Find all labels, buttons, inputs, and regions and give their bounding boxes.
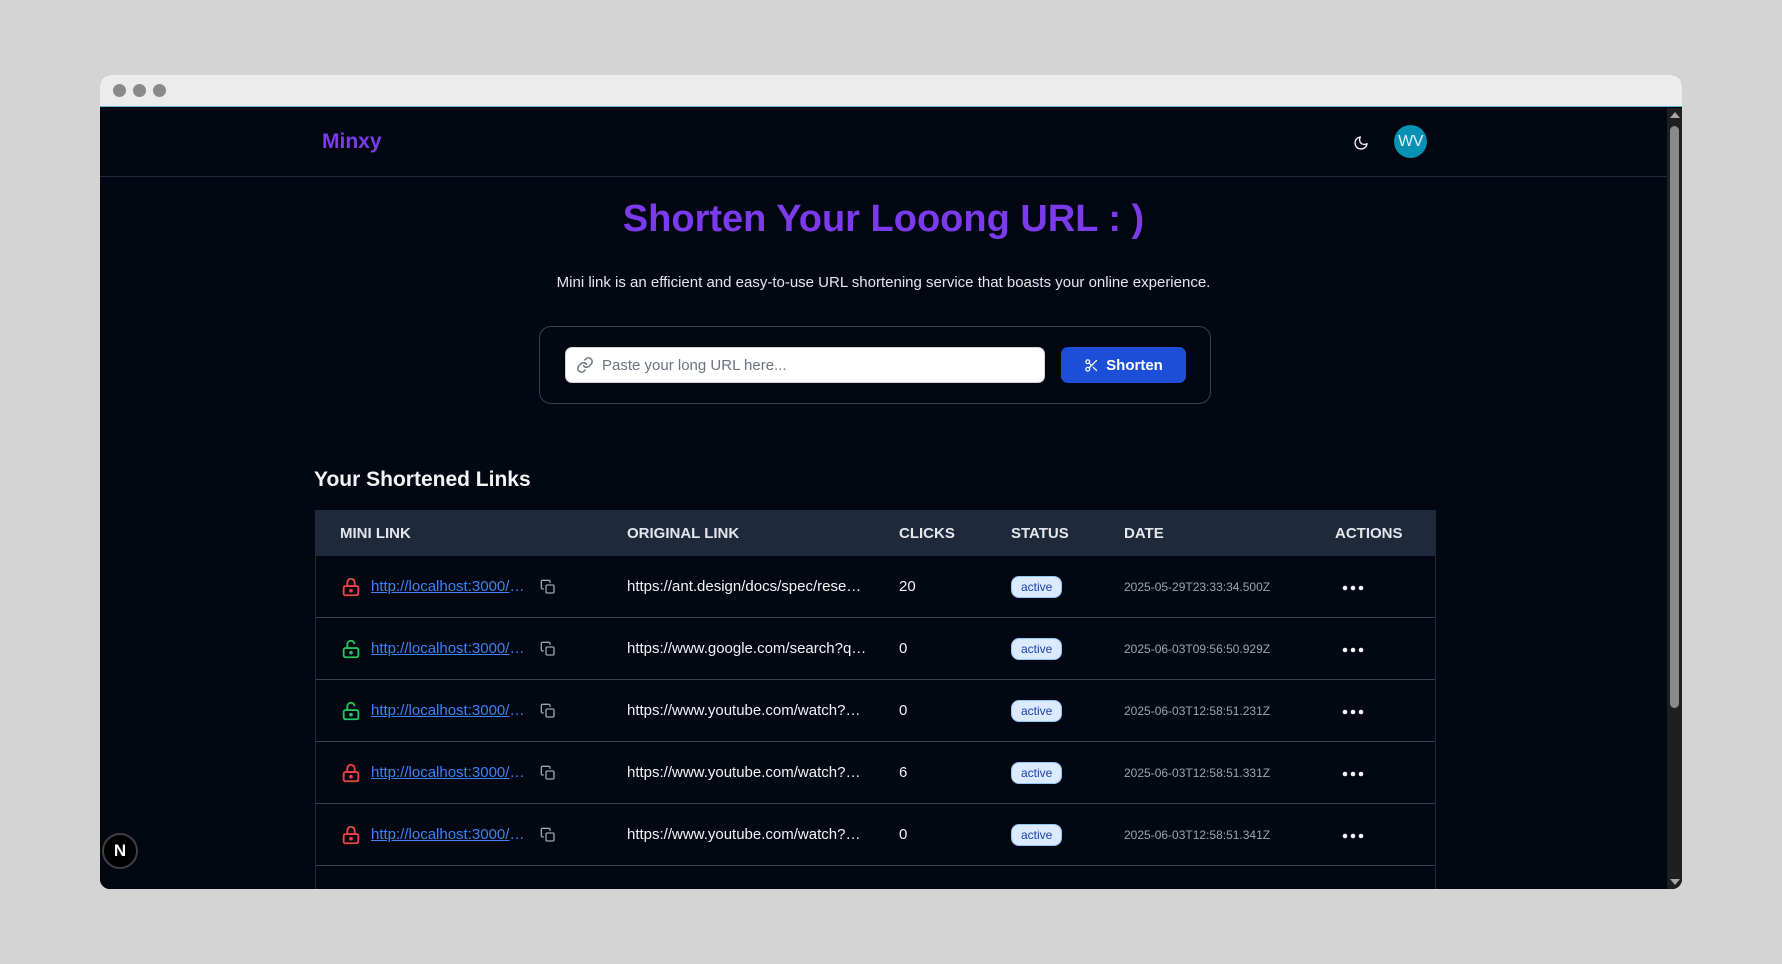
- original-link: https://www.youtube.com/watch?…: [627, 764, 861, 781]
- page-viewport: Minxy WV Shorten Your Looong URL : ) Min…: [100, 108, 1682, 889]
- more-options-icon[interactable]: [1342, 585, 1364, 591]
- brand-logo[interactable]: Minxy: [322, 130, 382, 154]
- table-row: http://localhost:3000/W… https://www.you…: [316, 680, 1435, 742]
- more-options-icon[interactable]: [1342, 771, 1364, 777]
- table-row: http://localhost:3000/37… https://www.go…: [316, 618, 1435, 680]
- mini-link[interactable]: http://localhost:3000/th…: [371, 826, 526, 843]
- status-cell: active: [1011, 823, 1063, 846]
- column-header-date: DATE: [1124, 525, 1164, 542]
- lock-closed-icon[interactable]: [340, 762, 362, 784]
- copy-icon[interactable]: [540, 765, 556, 781]
- mini-link-cell: http://localhost:3000/6…: [340, 576, 556, 598]
- shorten-button[interactable]: Shorten: [1061, 347, 1186, 383]
- created-date: 2025-06-03T09:56:50.929Z: [1124, 641, 1271, 656]
- moon-icon: [1354, 136, 1368, 150]
- links-section-title: Your Shortened Links: [314, 468, 531, 491]
- original-link: https://www.youtube.com/watch?…: [627, 702, 861, 719]
- original-link: https://ant.design/docs/spec/rese…: [627, 578, 862, 595]
- created-date: 2025-06-03T12:58:51.331Z: [1124, 765, 1271, 780]
- more-options-icon[interactable]: [1342, 709, 1364, 715]
- mini-link[interactable]: http://localhost:3000/la…: [371, 764, 526, 781]
- actions-cell: [1342, 640, 1364, 658]
- copy-icon[interactable]: [540, 827, 556, 843]
- mini-link-cell: http://localhost:3000/la…: [340, 762, 556, 784]
- status-badge: active: [1011, 637, 1063, 660]
- status-cell: active: [1011, 575, 1063, 598]
- shorten-button-label: Shorten: [1106, 356, 1163, 374]
- scroll-up-arrow-icon[interactable]: [1670, 112, 1680, 118]
- page-title: Shorten Your Looong URL : ): [622, 198, 1145, 240]
- table-row-partial: [316, 866, 1435, 889]
- table-row: http://localhost:3000/6… https://ant.des…: [316, 556, 1435, 618]
- window-close-dot[interactable]: [113, 84, 126, 97]
- mini-link-cell: http://localhost:3000/th…: [340, 824, 556, 846]
- clicks-count: 20: [899, 578, 916, 595]
- table-row: http://localhost:3000/th… https://www.yo…: [316, 804, 1435, 866]
- mini-link-cell: http://localhost:3000/37…: [340, 638, 556, 660]
- page-subtitle: Mini link is an efficient and easy-to-us…: [556, 274, 1211, 291]
- dev-tools-badge[interactable]: N: [102, 833, 138, 869]
- created-date: 2025-06-03T12:58:51.341Z: [1124, 827, 1271, 842]
- shorten-form: Shorten: [539, 326, 1211, 404]
- copy-icon[interactable]: [540, 579, 556, 595]
- copy-icon[interactable]: [540, 641, 556, 657]
- column-header-clicks: CLICKS: [899, 525, 955, 542]
- table-body: http://localhost:3000/6… https://ant.des…: [316, 556, 1435, 866]
- status-badge: active: [1011, 699, 1063, 722]
- window-minimize-dot[interactable]: [133, 84, 146, 97]
- status-badge: active: [1011, 575, 1063, 598]
- status-badge: active: [1011, 761, 1063, 784]
- column-header-original-link: ORIGINAL LINK: [627, 525, 740, 542]
- theme-toggle-button[interactable]: [1350, 132, 1372, 154]
- copy-icon[interactable]: [540, 703, 556, 719]
- more-options-icon[interactable]: [1342, 833, 1364, 839]
- created-date: 2025-06-03T12:58:51.231Z: [1124, 703, 1271, 718]
- window-maximize-dot[interactable]: [153, 84, 166, 97]
- window-titlebar: [100, 75, 1682, 107]
- mini-link[interactable]: http://localhost:3000/37…: [371, 640, 526, 657]
- url-input[interactable]: [602, 356, 1022, 374]
- actions-cell: [1342, 826, 1364, 844]
- scroll-thumb[interactable]: [1670, 126, 1679, 708]
- actions-cell: [1342, 578, 1364, 596]
- navbar: Minxy WV: [100, 108, 1667, 177]
- lock-closed-icon[interactable]: [340, 824, 362, 846]
- column-header-status: STATUS: [1011, 525, 1069, 542]
- status-cell: active: [1011, 637, 1063, 660]
- clicks-count: 0: [899, 640, 908, 657]
- column-header-mini-link: MINI LINK: [340, 525, 411, 542]
- scroll-down-arrow-icon[interactable]: [1670, 879, 1680, 885]
- mini-link[interactable]: http://localhost:3000/W…: [371, 702, 526, 719]
- more-options-icon[interactable]: [1342, 647, 1364, 653]
- lock-closed-icon[interactable]: [340, 576, 362, 598]
- lock-open-icon[interactable]: [340, 638, 362, 660]
- browser-window: Minxy WV Shorten Your Looong URL : ) Min…: [100, 75, 1682, 889]
- links-table: MINI LINK ORIGINAL LINK CLICKS STATUS DA…: [315, 510, 1436, 889]
- status-cell: active: [1011, 761, 1063, 784]
- actions-cell: [1342, 764, 1364, 782]
- original-link: https://www.google.com/search?q…: [627, 640, 867, 657]
- clicks-count: 0: [899, 826, 908, 843]
- mini-link-cell: http://localhost:3000/W…: [340, 700, 556, 722]
- link-icon: [577, 357, 593, 373]
- user-avatar[interactable]: WV: [1394, 125, 1427, 158]
- actions-cell: [1342, 702, 1364, 720]
- vertical-scrollbar[interactable]: [1667, 108, 1682, 889]
- lock-open-icon[interactable]: [340, 700, 362, 722]
- clicks-count: 0: [899, 702, 908, 719]
- mini-link[interactable]: http://localhost:3000/6…: [371, 578, 526, 595]
- column-header-actions: ACTIONS: [1335, 525, 1403, 542]
- url-input-wrapper: [565, 347, 1045, 383]
- created-date: 2025-05-29T23:33:34.500Z: [1124, 579, 1271, 594]
- table-row: http://localhost:3000/la… https://www.yo…: [316, 742, 1435, 804]
- status-cell: active: [1011, 699, 1063, 722]
- original-link: https://www.youtube.com/watch?…: [627, 826, 861, 843]
- clicks-count: 6: [899, 764, 908, 781]
- scissors-icon: [1085, 358, 1098, 372]
- table-header: MINI LINK ORIGINAL LINK CLICKS STATUS DA…: [316, 511, 1435, 556]
- status-badge: active: [1011, 823, 1063, 846]
